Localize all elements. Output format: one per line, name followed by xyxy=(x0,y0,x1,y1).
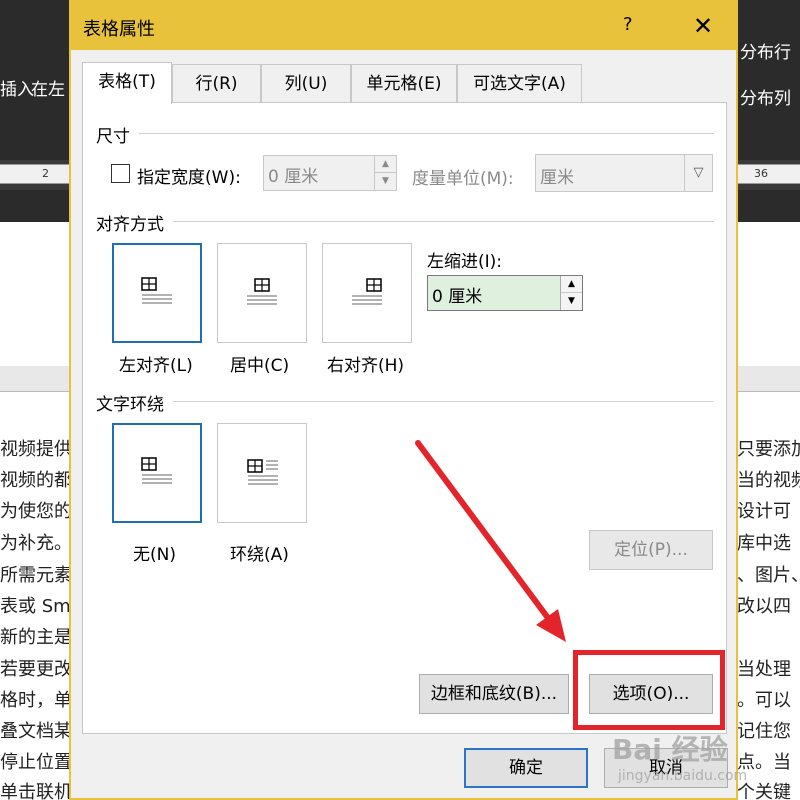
doc-line: 新的主是 xyxy=(0,627,72,648)
wrap-around-label: 环绕(A) xyxy=(230,545,289,565)
unit-label: 度量单位(M): xyxy=(412,169,514,189)
tab-row[interactable]: 行(R) xyxy=(172,64,261,104)
left-indent-stepper[interactable]: 0 厘米 ▲ ▼ xyxy=(427,275,583,311)
doc-line: 为使您的 xyxy=(0,501,72,522)
tab-alt-text[interactable]: 可选文字(A) xyxy=(457,64,582,104)
ruler-tick: 2 xyxy=(42,167,49,180)
tab-cell[interactable]: 单元格(E) xyxy=(351,64,457,104)
wrap-none-option[interactable] xyxy=(112,423,202,523)
wrap-around-option[interactable] xyxy=(217,423,307,523)
baidu-watermark: Bai 经验 xyxy=(612,733,728,766)
doc-line: 设计可 xyxy=(737,501,791,522)
doc-line: 记住您 xyxy=(737,721,791,742)
left-indent-value: 0 厘米 xyxy=(432,287,483,307)
doc-line: 叠文档某 xyxy=(0,721,72,742)
ribbon-insert-label: 插入 xyxy=(0,80,34,100)
doc-line: 。可以 xyxy=(737,690,791,711)
unit-value: 厘米 xyxy=(540,168,574,188)
width-value: 0 厘米 xyxy=(268,167,319,187)
doc-line: 改以四 xyxy=(737,596,791,617)
tab-column[interactable]: 列(U) xyxy=(261,64,351,104)
specify-width-label: 指定宽度(W): xyxy=(137,168,241,188)
align-left-icon xyxy=(141,277,172,304)
doc-line: 库中选 xyxy=(737,533,791,554)
doc-line: 视频的都 xyxy=(0,470,72,491)
baidu-watermark-url: jingyan.baidu.com xyxy=(618,768,748,784)
doc-line: 视频提供 xyxy=(0,439,72,460)
align-right-option[interactable] xyxy=(322,243,412,343)
doc-line: 、图片、 xyxy=(737,565,800,586)
width-stepper-buttons: ▲ ▼ xyxy=(374,156,396,190)
help-button[interactable]: ? xyxy=(623,14,633,35)
section-divider xyxy=(173,401,714,402)
wrap-around-icon xyxy=(247,459,278,485)
stepper-down-icon[interactable]: ▼ xyxy=(375,173,396,190)
align-left-option[interactable] xyxy=(112,243,202,343)
left-indent-stepper-buttons: ▲ ▼ xyxy=(560,276,582,310)
width-stepper[interactable]: 0 厘米 ▲ ▼ xyxy=(263,155,397,191)
doc-line: 格时，单 xyxy=(0,690,72,711)
align-center-icon xyxy=(247,278,277,305)
doc-line: 只要添加 xyxy=(737,439,800,460)
specify-width-checkbox[interactable] xyxy=(111,164,130,183)
dialog-title: 表格属性 xyxy=(83,19,155,40)
align-center-label: 居中(C) xyxy=(230,356,290,376)
stepper-up-icon[interactable]: ▲ xyxy=(561,276,582,293)
unit-dropdown[interactable]: 厘米 ▽ xyxy=(535,154,713,192)
ribbon-insert-left-label: 在左 xyxy=(31,80,65,100)
align-right-icon xyxy=(352,278,382,305)
left-indent-label: 左缩进(I): xyxy=(427,252,503,272)
doc-line: 若要更改 xyxy=(0,659,72,680)
wrap-none-icon xyxy=(141,457,172,484)
doc-line: 当处理 xyxy=(737,659,791,680)
chevron-down-icon: ▽ xyxy=(684,155,712,191)
doc-line: 单击联机 xyxy=(0,782,72,800)
text-wrap-section-label: 文字环绕 xyxy=(96,395,164,415)
dialog-title-bar[interactable]: 表格属性 ? ✕ xyxy=(71,2,736,50)
borders-shading-button[interactable]: 边框和底纹(B)... xyxy=(419,674,569,714)
table-tab-panel: 尺寸 指定宽度(W): 0 厘米 ▲ ▼ 度量单位(M): 厘米 ▽ 对齐方式 xyxy=(82,102,727,734)
tab-table[interactable]: 表格(T) xyxy=(82,62,172,104)
size-section-label: 尺寸 xyxy=(96,127,130,147)
ribbon-distribute-rows-label: 分布行 xyxy=(740,43,791,63)
section-divider xyxy=(139,133,714,134)
align-center-option[interactable] xyxy=(217,243,307,343)
section-divider xyxy=(173,221,714,222)
doc-line: 停止位置 xyxy=(0,752,72,773)
doc-line: 当的视频 xyxy=(737,470,800,491)
ok-button[interactable]: 确定 xyxy=(464,748,588,788)
stepper-down-icon[interactable]: ▼ xyxy=(561,293,582,310)
align-left-label: 左对齐(L) xyxy=(119,356,193,376)
align-right-label: 右对齐(H) xyxy=(327,356,405,376)
doc-line: 所需元素 xyxy=(0,565,72,586)
positioning-button[interactable]: 定位(P)... xyxy=(589,530,713,570)
alignment-section-label: 对齐方式 xyxy=(96,215,164,235)
doc-line: 为补充。 xyxy=(0,533,72,554)
wrap-none-label: 无(N) xyxy=(133,545,176,565)
close-button[interactable]: ✕ xyxy=(683,10,723,42)
ribbon-distribute-cols-label: 分布列 xyxy=(740,89,791,109)
stepper-up-icon[interactable]: ▲ xyxy=(375,156,396,173)
ruler-tick: 36 xyxy=(754,167,768,180)
highlight-box xyxy=(573,650,725,730)
doc-line: 表或 Sm xyxy=(0,596,71,617)
